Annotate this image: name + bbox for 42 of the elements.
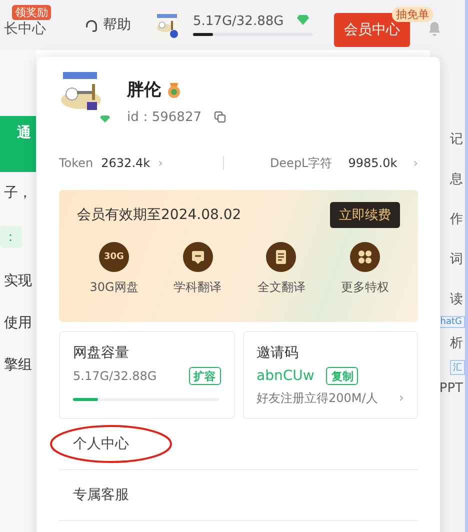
grid-icon[interactable]	[350, 242, 380, 272]
diamond-icon	[297, 15, 309, 25]
storage-usage: 5.17G/32.88G	[193, 14, 284, 29]
sidebar-item[interactable]: 记	[450, 130, 465, 148]
card-title: 网盘容量	[73, 344, 130, 362]
sidebar-item[interactable]: 读	[450, 290, 465, 308]
quota-link[interactable]: DeepL字符 9985.0k ›	[270, 154, 418, 172]
membership-expiry: 会员有效期至2024.08.02	[77, 206, 242, 224]
page-text: 擎组	[3, 356, 33, 374]
sidebar-item[interactable]: 析	[450, 334, 465, 352]
quota-link[interactable]: Token 2632.4k ›	[59, 156, 163, 170]
headset-icon	[84, 18, 99, 32]
perk-label: 更多特权	[340, 279, 389, 296]
page-text: 子，	[3, 184, 33, 202]
growth-center-link[interactable]: 长中心	[0, 20, 46, 38]
perk-label: 全文翻译	[257, 279, 306, 296]
reward-badge: 领奖励	[12, 5, 51, 20]
storage-perk-icon[interactable]: 30G	[99, 242, 129, 272]
free-order-badge: 抽免单	[392, 7, 433, 22]
perk-label: 学科翻译	[174, 279, 222, 296]
user-id: id：596827	[127, 109, 202, 126]
sidebar-item[interactable]: 作	[450, 210, 465, 228]
copy-icon[interactable]	[214, 111, 226, 123]
tag: ：	[0, 226, 22, 248]
renew-button[interactable]: 立即续费	[330, 202, 400, 228]
invite-code: abnCUw	[256, 368, 314, 384]
menu-item[interactable]: 专属客服	[73, 486, 129, 504]
sidebar-item[interactable]: 息	[450, 170, 465, 188]
sidebar-item[interactable]: 词	[450, 250, 465, 268]
medal-icon	[165, 80, 183, 98]
tag: 汇	[450, 360, 465, 375]
document-icon[interactable]	[266, 242, 296, 272]
translate-icon[interactable]	[182, 242, 213, 272]
user-name: 胖伦	[127, 79, 161, 101]
card-title: 邀请码	[256, 344, 300, 362]
help-link[interactable]: 帮助	[103, 16, 131, 34]
sidebar-item[interactable]: PPT	[439, 381, 465, 396]
perk-label: 30G网盘	[90, 279, 138, 296]
invite-hint: 好友注册立得200M/人	[256, 390, 378, 407]
disk-usage: 5.17G/32.88G	[73, 369, 157, 383]
page-text: 实现	[3, 272, 33, 290]
page-text: 使用	[3, 314, 33, 332]
